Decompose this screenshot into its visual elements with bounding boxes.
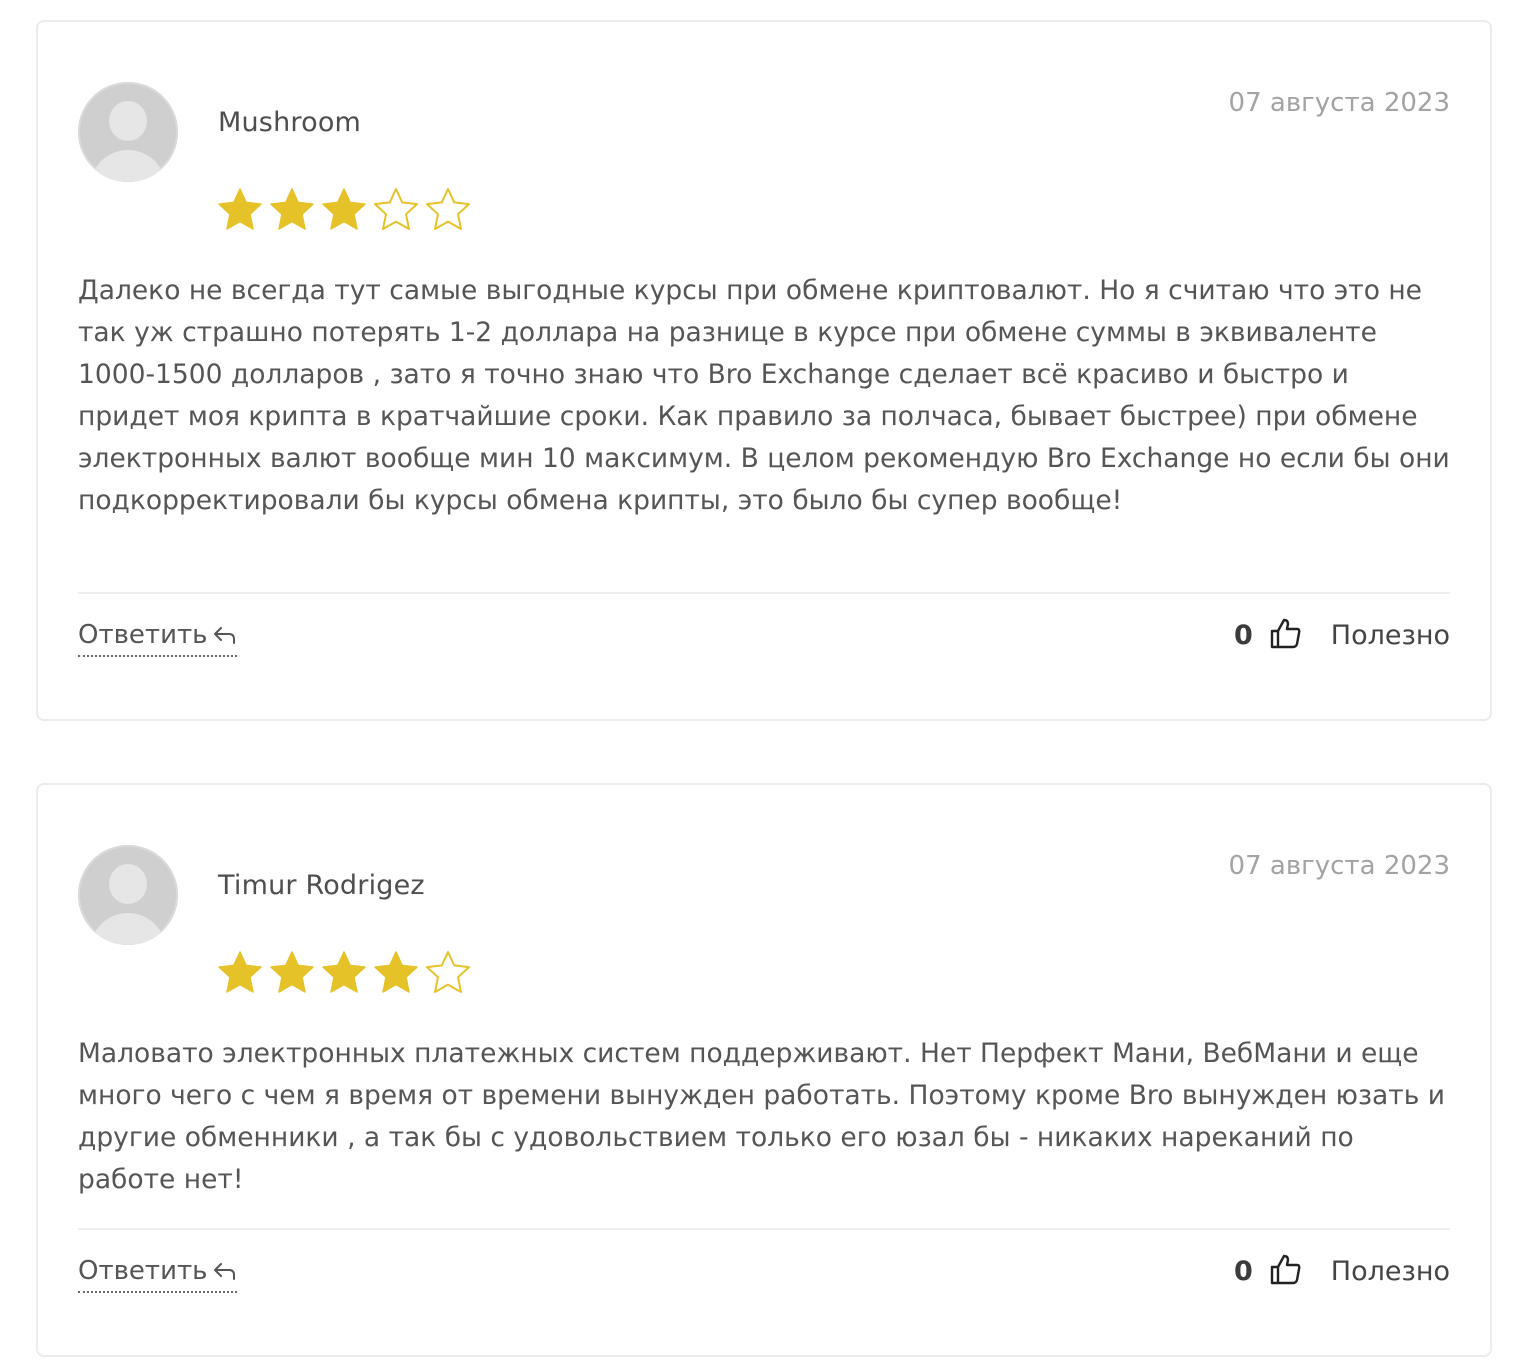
review-footer: Ответить 0 Полезно bbox=[78, 1246, 1450, 1306]
review-card: Timur Rodrigez 07 августа 2023 Маловато … bbox=[36, 783, 1492, 1357]
star-filled-icon bbox=[268, 186, 316, 232]
reply-link[interactable]: Ответить bbox=[78, 620, 238, 657]
useful-votes: 0 Полезно bbox=[1234, 1252, 1450, 1290]
review-text: Маловато электронных платежных систем по… bbox=[78, 1038, 1445, 1195]
star-filled-icon bbox=[216, 186, 264, 232]
review-author: Timur Rodrigez bbox=[218, 870, 425, 901]
divider bbox=[78, 1228, 1450, 1230]
thumbs-up-icon[interactable] bbox=[1269, 616, 1303, 654]
useful-count: 0 bbox=[1233, 619, 1253, 651]
reply-label: Ответить bbox=[78, 1256, 208, 1286]
star-empty-icon bbox=[424, 186, 472, 232]
avatar-head-shape bbox=[109, 864, 147, 904]
reply-label: Ответить bbox=[78, 620, 208, 650]
star-rating bbox=[216, 949, 472, 995]
star-filled-icon bbox=[216, 949, 264, 995]
avatar-shoulders-shape bbox=[90, 150, 166, 182]
review-date: 07 августа 2023 bbox=[1228, 851, 1450, 881]
reply-link[interactable]: Ответить bbox=[78, 1256, 238, 1293]
avatar bbox=[78, 82, 178, 182]
star-filled-icon bbox=[320, 186, 368, 232]
useful-button[interactable]: Полезно bbox=[1331, 1256, 1450, 1287]
review-author: Mushroom bbox=[218, 107, 362, 138]
divider bbox=[78, 592, 1450, 594]
review-card: Mushroom 07 августа 2023 Далеко не всегд… bbox=[36, 20, 1492, 721]
thumbs-up-icon[interactable] bbox=[1269, 1252, 1303, 1290]
review-date: 07 августа 2023 bbox=[1228, 88, 1450, 118]
reply-arrow-icon bbox=[213, 622, 237, 652]
useful-button[interactable]: Полезно bbox=[1331, 620, 1450, 651]
avatar bbox=[78, 845, 178, 945]
star-filled-icon bbox=[268, 949, 316, 995]
star-filled-icon bbox=[372, 949, 420, 995]
star-empty-icon bbox=[372, 186, 420, 232]
avatar-head-shape bbox=[109, 101, 147, 141]
useful-votes: 0 Полезно bbox=[1234, 616, 1450, 654]
review-footer: Ответить 0 Полезно bbox=[78, 610, 1450, 670]
star-rating bbox=[216, 186, 472, 232]
star-filled-icon bbox=[320, 949, 368, 995]
avatar-shoulders-shape bbox=[90, 913, 166, 945]
reply-arrow-icon bbox=[213, 1258, 237, 1288]
useful-count: 0 bbox=[1233, 1255, 1253, 1287]
review-text: Далеко не всегда тут самые выгодные курс… bbox=[78, 275, 1450, 516]
star-empty-icon bbox=[424, 949, 472, 995]
